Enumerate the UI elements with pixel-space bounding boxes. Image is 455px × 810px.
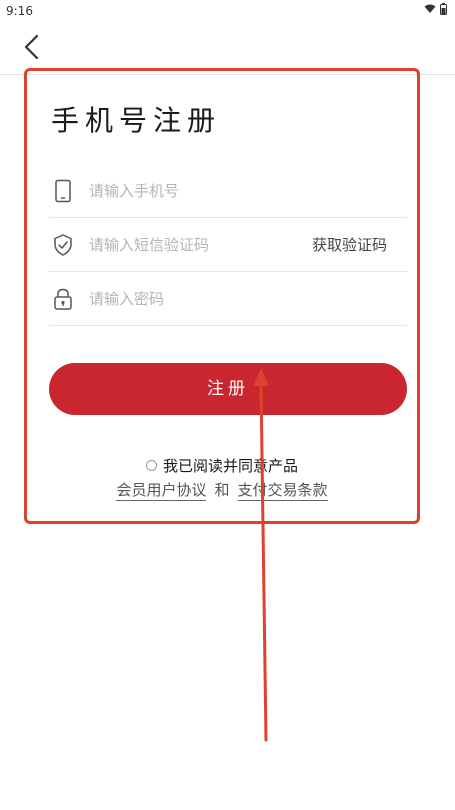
payment-terms-link[interactable]: 支付交易条款: [237, 481, 328, 501]
register-card: 手机号注册 请输入手机号 请输入短信验证码 获取验证码 请输入密码 注册 我已阅…: [24, 68, 420, 524]
password-field[interactable]: 请输入密码: [49, 273, 407, 326]
status-bar: 9:16: [0, 0, 455, 22]
phone-input[interactable]: 请输入手机号: [89, 180, 179, 201]
battery-icon: [440, 3, 447, 15]
member-agreement-link[interactable]: 会员用户协议: [116, 481, 207, 501]
phone-field[interactable]: 请输入手机号: [49, 165, 407, 218]
and-text: 和: [214, 481, 230, 499]
page-title: 手机号注册: [51, 104, 222, 137]
back-button[interactable]: [18, 30, 48, 64]
agreement-links: 会员用户协议和支付交易条款: [27, 479, 417, 501]
back-icon: [24, 34, 39, 60]
password-input[interactable]: 请输入密码: [89, 288, 164, 309]
register-button[interactable]: 注册: [49, 363, 407, 415]
agreement-line: 我已阅读并同意产品: [27, 455, 417, 476]
code-field[interactable]: 请输入短信验证码 获取验证码: [49, 219, 407, 272]
agreement-text: 我已阅读并同意产品: [162, 457, 298, 475]
status-time: 9:16: [6, 4, 33, 18]
get-code-button[interactable]: 获取验证码: [312, 234, 387, 255]
agreement-radio[interactable]: [145, 460, 157, 471]
wifi-icon: [424, 4, 436, 13]
phone-icon: [55, 179, 71, 203]
code-input[interactable]: 请输入短信验证码: [89, 234, 209, 255]
shield-check-icon: [54, 234, 72, 256]
status-icons: [424, 3, 447, 15]
lock-icon: [54, 288, 72, 310]
